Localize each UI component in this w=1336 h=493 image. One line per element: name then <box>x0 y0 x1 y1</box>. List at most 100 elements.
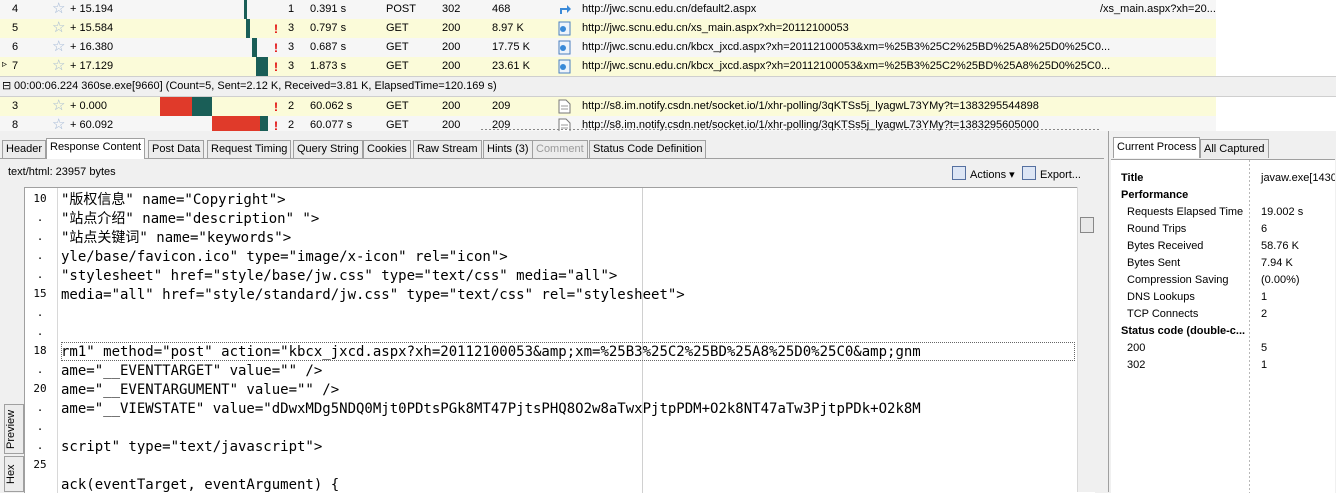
timeline-bar <box>192 97 212 116</box>
session-row[interactable]: 3 + 0.000 2 60.062 s GET 200 209 http://s8.im.n… <box>0 97 1216 116</box>
star-icon[interactable]: ☆ <box>52 117 65 132</box>
session-number: 4 <box>12 3 19 15</box>
session-row[interactable]: ▹ 7 + 17.129 3 1.873 s GET 200 23.61 K http://jw… <box>0 57 1216 76</box>
line-number: . <box>36 401 44 414</box>
code-line: "站点关键词" name="keywords"> <box>61 230 292 246</box>
time-delta: + 15.584 <box>70 22 114 34</box>
column-guide <box>642 188 643 493</box>
line-number: 18 <box>33 344 47 357</box>
elapsed-time: 60.062 s <box>310 100 353 112</box>
stat-row-key: Round Trips <box>1127 223 1187 235</box>
performance-header-key: Performance <box>1121 189 1189 201</box>
stat-row-value: 7.94 K <box>1261 257 1293 269</box>
warning-icon: ! <box>274 119 278 131</box>
star-icon[interactable]: ☆ <box>52 98 65 114</box>
stat-row: Compression Saving (0.00%) <box>1111 272 1335 289</box>
tab-post-data[interactable]: Post Data <box>148 140 205 158</box>
side-view-tabs: Preview Hex <box>4 404 24 492</box>
performance-header: Performance <box>1111 187 1335 204</box>
star-icon[interactable]: ☆ <box>52 20 65 36</box>
code-line: media="all" href="style/standard/jw.css"… <box>61 287 685 303</box>
code-line: ack(eventTarget, eventArgument) { <box>61 477 340 493</box>
tab-response-content[interactable]: Response Content <box>46 138 146 159</box>
stat-row-value: 58.76 K <box>1261 240 1299 252</box>
tab-hints-3[interactable]: Hints (3) <box>483 140 533 158</box>
round-trips: 3 <box>288 22 295 34</box>
stat-row-value: 2 <box>1261 308 1268 320</box>
elapsed-time: 60.077 s <box>310 119 353 131</box>
stat-row: Requests Elapsed Time 19.002 s <box>1111 204 1335 221</box>
code-scrollbar[interactable] <box>1077 187 1095 492</box>
session-row[interactable]: 4 + 15.194 1 0.391 s POST 302 468 http://jwc.sc… <box>0 0 1216 19</box>
response-toolbar: text/html: 23957 bytes Actions ▾ Export.… <box>0 160 1104 186</box>
status-code: 200 <box>442 41 461 53</box>
status-code: 200 <box>442 60 461 72</box>
elapsed-time: 0.391 s <box>310 3 347 15</box>
tab-all-captured[interactable]: All Captured <box>1200 139 1269 158</box>
tab-cookies[interactable]: Cookies <box>363 140 411 158</box>
stat-row-key: DNS Lookups <box>1127 291 1195 303</box>
stat-row-key: Compression Saving <box>1127 274 1229 286</box>
tab-hex[interactable]: Hex <box>4 456 24 492</box>
code-line: yle/base/favicon.ico" type="image/x-icon… <box>61 249 508 265</box>
time-delta: + 15.194 <box>70 3 114 15</box>
collapse-icon[interactable]: ⊟ <box>2 79 11 92</box>
panel-splitter[interactable] <box>480 128 1100 131</box>
request-url: http://s8.im.notify.csdn.net/socket.io/1… <box>582 100 1039 112</box>
warning-icon: ! <box>274 60 278 74</box>
code-line: ame="__EVENTTARGET" value="" /> <box>61 363 323 379</box>
body-size: 8.97 K <box>492 22 524 34</box>
tab-preview[interactable]: Preview <box>4 404 24 454</box>
line-number: . <box>36 306 44 319</box>
stat-row-value: 6 <box>1261 223 1268 235</box>
stat-row: DNS Lookups 1 <box>1111 289 1335 306</box>
session-row[interactable]: 5 + 15.584 3 0.797 s GET 200 8.97 K http://jwc.… <box>0 19 1216 38</box>
star-icon[interactable]: ☆ <box>52 1 65 17</box>
tab-header[interactable]: Header <box>2 140 47 158</box>
save-icon <box>1022 166 1036 180</box>
session-number: 6 <box>12 41 19 53</box>
http-method: GET <box>386 119 409 131</box>
star-icon[interactable]: ☆ <box>52 39 65 55</box>
page-icon <box>558 21 571 36</box>
scrollbar-thumb[interactable] <box>1080 217 1094 233</box>
timeline-bar <box>246 19 250 38</box>
process-stats: Title javaw.exe[1430 Performance Requests E… <box>1111 159 1335 493</box>
export-button[interactable]: Export... <box>1022 166 1081 181</box>
tab-current-process[interactable]: Current Process <box>1113 137 1201 158</box>
time-delta: + 0.000 <box>70 100 108 112</box>
tab-request-timing[interactable]: Request Timing <box>207 140 292 158</box>
session-row[interactable]: 6 + 16.380 3 0.687 s GET 200 17.75 K http://jwc… <box>0 38 1216 57</box>
tab-comment[interactable]: Comment <box>532 140 588 158</box>
session-list[interactable]: 4 + 15.194 1 0.391 s POST 302 468 http://jwc.sc… <box>0 0 1336 131</box>
stat-row-value: (0.00%) <box>1261 274 1300 286</box>
process-title-row-key: Title <box>1121 172 1144 184</box>
statistics-panel: Current Process All Captured Title javaw.… <box>1108 131 1336 493</box>
tab-status-code-definition[interactable]: Status Code Definition <box>589 140 707 158</box>
process-group-row[interactable]: ⊟ 00:00:06.224 360se.exe[9660] (Count=5, … <box>0 76 1336 97</box>
actions-menu-button[interactable]: Actions ▾ <box>952 166 1015 181</box>
time-delta: + 16.380 <box>70 41 114 53</box>
stat-row-value: 1 <box>1261 291 1268 303</box>
line-number: . <box>36 420 44 433</box>
line-number: 25 <box>33 458 47 471</box>
timeline-bar <box>212 116 260 131</box>
code-line: ame="__VIEWSTATE" value="dDwxMDg5NDQ0Mjt… <box>61 401 921 417</box>
response-code-view[interactable]: 10.... 15.. 18. 20... 25 "版权信息" name="Copyri… <box>24 187 1095 493</box>
timeline-bar <box>160 97 192 116</box>
request-url: http://jwc.scnu.edu.cn/xs_main.aspx?xh=2… <box>582 22 849 34</box>
status-code: 200 <box>442 100 461 112</box>
stat-row: Bytes Received 58.76 K <box>1111 238 1335 255</box>
timeline-bar <box>252 38 257 57</box>
status-code-header: Status code (double-c... <box>1111 323 1335 340</box>
line-number: . <box>36 439 44 452</box>
line-number: . <box>36 249 44 262</box>
tab-query-string[interactable]: Query String <box>293 140 363 158</box>
line-number: 15 <box>33 287 47 300</box>
session-number: 5 <box>12 22 19 34</box>
selection-marker: ▹ <box>2 59 8 70</box>
tab-raw-stream[interactable]: Raw Stream <box>413 140 482 158</box>
body-size: 209 <box>492 100 511 112</box>
star-icon[interactable]: ☆ <box>52 58 65 74</box>
http-method: GET <box>386 41 409 53</box>
